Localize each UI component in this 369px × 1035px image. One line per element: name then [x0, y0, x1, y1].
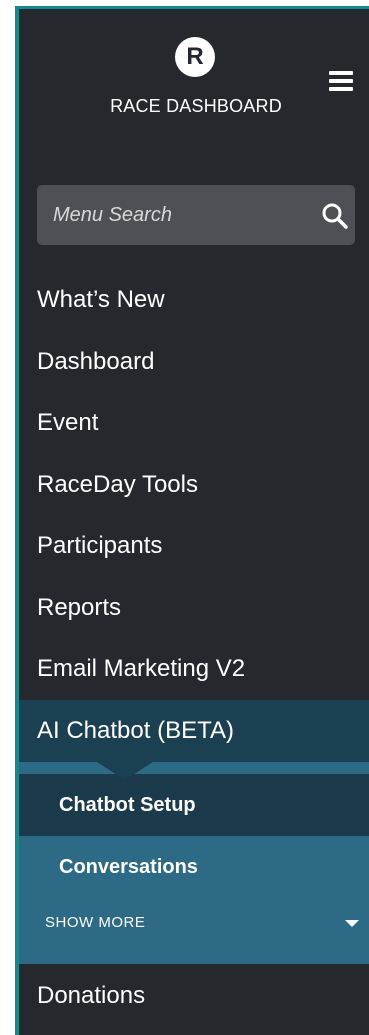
show-more-label: SHOW MORE: [45, 914, 146, 931]
nav-item-ai-chatbot[interactable]: AI Chatbot (BETA): [19, 700, 369, 762]
active-pointer-notch: [97, 762, 153, 780]
nav-item-dashboard[interactable]: Dashboard: [19, 331, 369, 393]
submenu-item-conversations[interactable]: Conversations: [19, 836, 369, 898]
nav-item-email-marketing[interactable]: Email Marketing V2: [19, 638, 369, 700]
chatbot-submenu: Chatbot Setup Conversations SHOW MORE: [19, 762, 369, 964]
show-more-toggle[interactable]: SHOW MORE: [19, 898, 369, 948]
nav-item-participants[interactable]: Participants: [19, 515, 369, 577]
sidebar-header: R RACE DASHBOARD: [19, 9, 369, 159]
sidebar: R RACE DASHBOARD What’s New Dashboard Ev…: [15, 6, 369, 1035]
nav-item-donations[interactable]: Donations: [19, 965, 369, 1027]
menu-search-box: [37, 185, 355, 245]
menu-search-input[interactable]: [53, 185, 283, 245]
submenu-item-chatbot-setup[interactable]: Chatbot Setup: [19, 774, 369, 836]
nav-item-event[interactable]: Event: [19, 392, 369, 454]
race-logo[interactable]: R: [175, 37, 215, 77]
nav-item-reports[interactable]: Reports: [19, 577, 369, 639]
hamburger-menu-icon[interactable]: [329, 71, 355, 93]
brand-title: RACE DASHBOARD: [110, 96, 282, 116]
nav-item-whats-new[interactable]: What’s New: [19, 269, 369, 331]
search-icon[interactable]: [321, 202, 349, 230]
nav-item-raceday-tools[interactable]: RaceDay Tools: [19, 454, 369, 516]
caret-down-icon: [345, 920, 359, 927]
